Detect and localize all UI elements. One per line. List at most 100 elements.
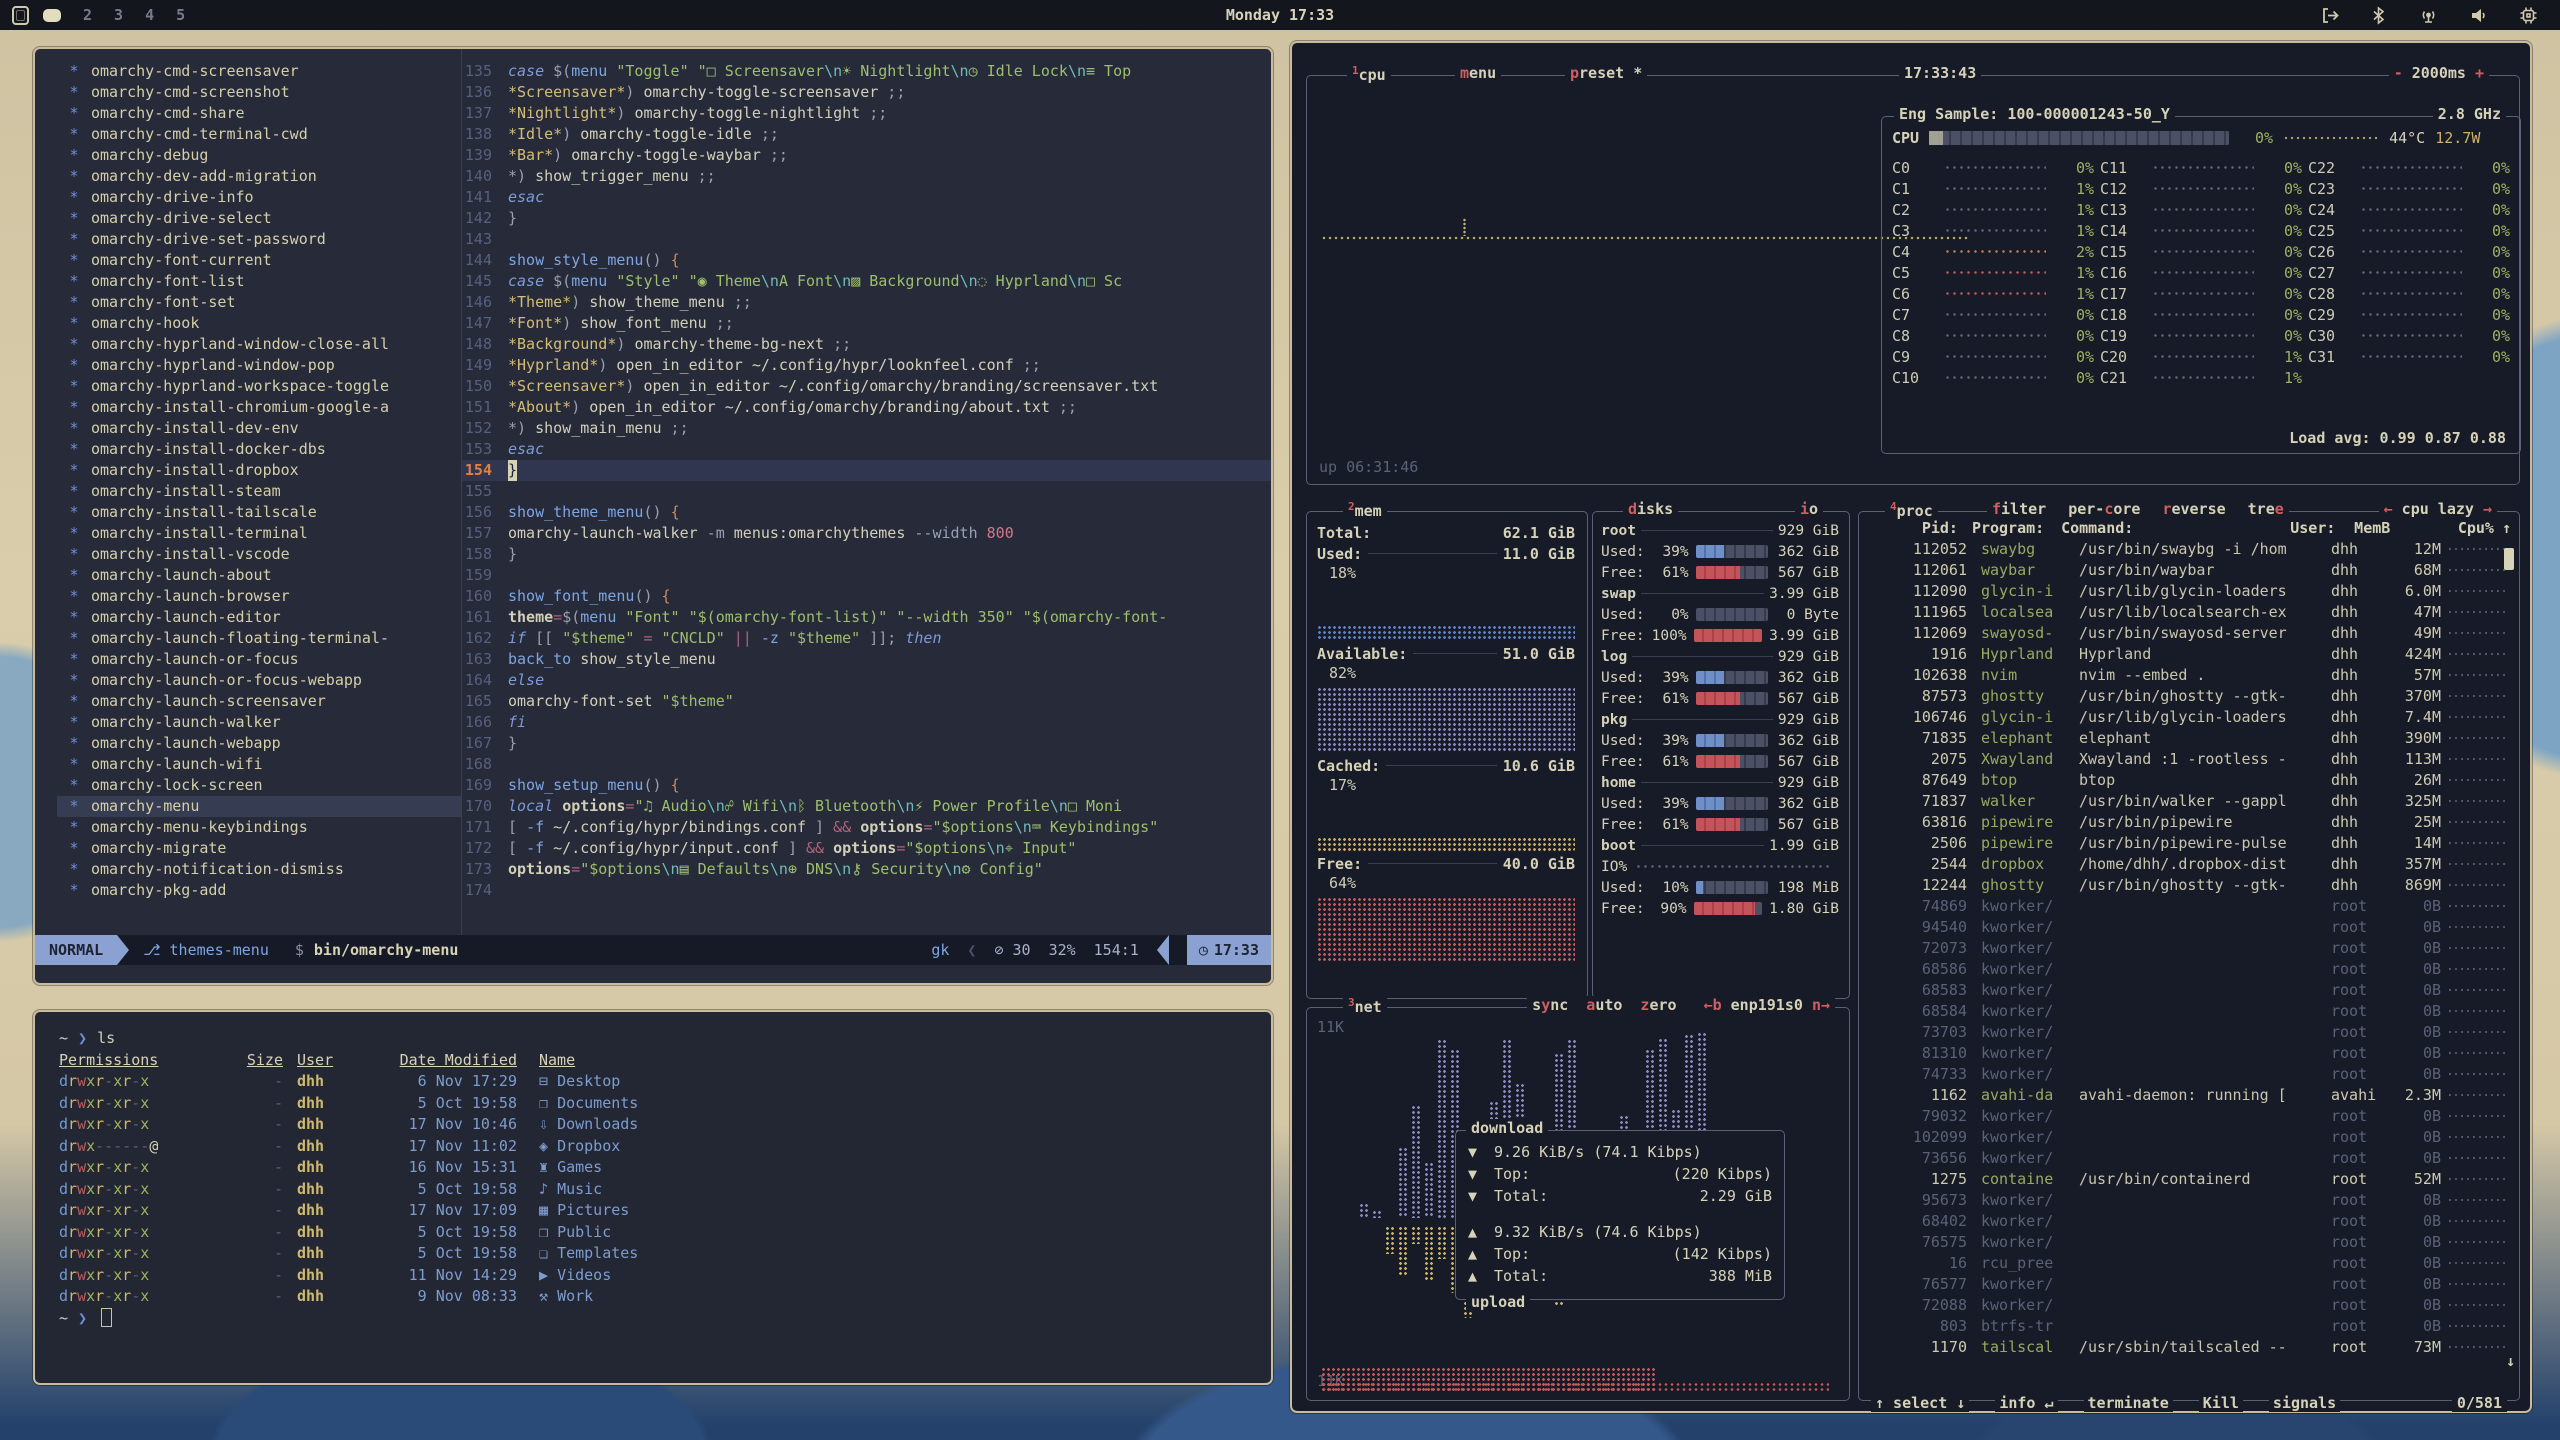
process-row[interactable]: 68586kworker/root0B0.0 (1867, 958, 2511, 979)
process-row[interactable]: 95673kworker/root0B0.0 (1867, 1189, 2511, 1210)
file-list-item[interactable]: *omarchy-install-dev-env (57, 418, 461, 439)
file-list-item[interactable]: *omarchy-debug (57, 145, 461, 166)
file-list-item[interactable]: *omarchy-launch-editor (57, 607, 461, 628)
file-list-item[interactable]: *omarchy-install-terminal (57, 523, 461, 544)
file-list-item[interactable]: *omarchy-cmd-screensaver (57, 61, 461, 82)
process-row[interactable]: 73703kworker/root0B0.0 (1867, 1021, 2511, 1042)
file-name[interactable]: ▶ Videos (539, 1265, 1271, 1287)
net-tab-sync[interactable]: sync (1532, 996, 1568, 1014)
tab-cpu[interactable]: 1cpu (1347, 64, 1391, 84)
current-file[interactable]: $bin/omarchy-menu (295, 941, 459, 959)
process-row[interactable]: 94540kworker/root0B0.0 (1867, 916, 2511, 937)
file-list-item[interactable]: *omarchy-launch-floating-terminal- (57, 628, 461, 649)
file-name[interactable]: ⚒ Work (539, 1286, 1271, 1308)
system-monitor-window[interactable]: 1cpu menu preset * 17:33:43 - 2000ms + u… (1290, 41, 2532, 1413)
file-name[interactable]: ▦ Pictures (539, 1200, 1271, 1222)
bluetooth-icon[interactable] (2369, 6, 2388, 25)
process-row[interactable]: 63816pipewire/usr/bin/pipewiredhh25M0.0 (1867, 811, 2511, 832)
process-row[interactable]: 112069swayosd-/usr/bin/swayosd-serverdhh… (1867, 622, 2511, 643)
file-list-pane[interactable]: *omarchy-cmd-screensaver*omarchy-cmd-scr… (35, 49, 462, 935)
process-row[interactable]: 106746glycin-i/usr/lib/glycin-loadersdhh… (1867, 706, 2511, 727)
process-row[interactable]: 73656kworker/root0B0.0 (1867, 1147, 2511, 1168)
process-row[interactable]: 111965localsea/usr/lib/localsearch-exdhh… (1867, 601, 2511, 622)
process-row[interactable]: 79032kworker/root0B0.0 (1867, 1105, 2511, 1126)
file-list-item[interactable]: *omarchy-launch-walker (57, 712, 461, 733)
process-row[interactable]: 2506pipewire/usr/bin/pipewire-pulsedhh14… (1867, 832, 2511, 853)
file-name[interactable]: ❏ Templates (539, 1243, 1271, 1265)
proc-tab-filter[interactable]: filter (1992, 500, 2046, 518)
file-list-item[interactable]: *omarchy-font-set (57, 292, 461, 313)
footer-key[interactable]: terminate (2084, 1394, 2173, 1412)
tab-io[interactable]: io (1795, 500, 1823, 518)
interval-plus-button[interactable]: + (2475, 64, 2484, 82)
process-row[interactable]: 102099kworker/root0B0.0 (1867, 1126, 2511, 1147)
file-list-item[interactable]: *omarchy-pkg-add (57, 880, 461, 901)
shell-prompt[interactable]: ~❯ (59, 1308, 1271, 1330)
file-list-item[interactable]: *omarchy-migrate (57, 838, 461, 859)
file-list-item[interactable]: *omarchy-launch-about (57, 565, 461, 586)
file-list-item[interactable]: *omarchy-install-dropbox (57, 460, 461, 481)
process-row[interactable]: 76575kworker/root0B0.0 (1867, 1231, 2511, 1252)
process-row[interactable]: 1916HyprlandHyprlanddhh424M0.0 (1867, 643, 2511, 664)
process-row[interactable]: 74733kworker/root0B0.0 (1867, 1063, 2511, 1084)
file-list-item[interactable]: *omarchy-launch-screensaver (57, 691, 461, 712)
file-list-item[interactable]: *omarchy-launch-browser (57, 586, 461, 607)
process-row[interactable]: 16rcu_preeroot0B0.0 (1867, 1252, 2511, 1273)
git-branch[interactable]: ⎇ themes-menu (143, 941, 269, 959)
terminal-output[interactable]: ~❯lsPermissionsSizeUserDate ModifiedName… (35, 1012, 1271, 1329)
proc-sort-nav[interactable]: ← cpu lazy → (2379, 500, 2497, 518)
file-list-item[interactable]: *omarchy-font-list (57, 271, 461, 292)
scroll-down-icon[interactable]: ↓ (2506, 1352, 2515, 1370)
footer-key[interactable]: ↑ select ↓ (1871, 1394, 1969, 1412)
process-row[interactable]: 68402kworker/root0B0.0 (1867, 1210, 2511, 1231)
net-tab-zero[interactable]: zero (1640, 996, 1676, 1014)
file-list-item[interactable]: *omarchy-launch-or-focus (57, 649, 461, 670)
file-list-item[interactable]: *omarchy-install-chromium-google-a (57, 397, 461, 418)
file-list-item[interactable]: *omarchy-hook (57, 313, 461, 334)
tab-disks[interactable]: disks (1623, 500, 1678, 518)
tab-mem[interactable]: 2mem (1343, 500, 1387, 520)
process-row[interactable]: 87649btopbtopdhh26M0.0 (1867, 769, 2511, 790)
file-list-item[interactable]: *omarchy-menu (57, 796, 461, 817)
process-row[interactable]: 102638nvimnvim --embed .dhh57M0.0 (1867, 664, 2511, 685)
file-name[interactable]: ❒ Public (539, 1222, 1271, 1244)
file-list-item[interactable]: *omarchy-hyprland-window-close-all (57, 334, 461, 355)
file-name[interactable]: ❐ Documents (539, 1093, 1271, 1115)
tab-proc[interactable]: 4proc (1885, 500, 1938, 520)
menu-button[interactable]: menu (1455, 64, 1501, 82)
process-row[interactable]: 112090glycin-i/usr/lib/glycin-loadersdhh… (1867, 580, 2511, 601)
file-list-item[interactable]: *omarchy-dev-add-migration (57, 166, 461, 187)
file-list-item[interactable]: *omarchy-lock-screen (57, 775, 461, 796)
file-list-item[interactable]: *omarchy-notification-dismiss (57, 859, 461, 880)
process-row[interactable]: 1170tailscal/usr/sbin/tailscaled --root7… (1867, 1336, 2511, 1357)
sort-arrow-icon[interactable]: ↑ (2494, 519, 2511, 537)
file-list-item[interactable]: *omarchy-install-docker-dbs (57, 439, 461, 460)
file-list-item[interactable]: *omarchy-hyprland-window-pop (57, 355, 461, 376)
file-list-item[interactable]: *omarchy-drive-set-password (57, 229, 461, 250)
network-icon[interactable] (2418, 6, 2439, 25)
process-row[interactable]: 76577kworker/root0B0.0 (1867, 1273, 2511, 1294)
terminal-cursor[interactable] (101, 1308, 112, 1327)
proc-tab-reverse[interactable]: reverse (2162, 500, 2225, 518)
file-list-item[interactable]: *omarchy-install-tailscale (57, 502, 461, 523)
process-row[interactable]: 803btrfs-trroot0B0.0 (1867, 1315, 2511, 1336)
process-row[interactable]: 1162avahi-daavahi-daemon: running [avahi… (1867, 1084, 2511, 1105)
tab-net[interactable]: 3net (1343, 996, 1387, 1016)
process-row[interactable]: 74869kworker/root0B0.0 (1867, 895, 2511, 916)
process-row[interactable]: 71837walker/usr/bin/walker --gappldhh325… (1867, 790, 2511, 811)
process-row[interactable]: 2075XwaylandXwayland :1 -rootless -dhh11… (1867, 748, 2511, 769)
file-list-item[interactable]: *omarchy-install-steam (57, 481, 461, 502)
file-name[interactable]: ♪ Music (539, 1179, 1271, 1201)
file-list-item[interactable]: *omarchy-menu-keybindings (57, 817, 461, 838)
footer-key[interactable]: info ↵ (1995, 1394, 2057, 1412)
file-list-item[interactable]: *omarchy-install-vscode (57, 544, 461, 565)
process-row[interactable]: 68584kworker/root0B0.0 (1867, 1000, 2511, 1021)
proc-scrollbar-thumb[interactable] (2504, 548, 2514, 570)
process-row[interactable]: 81310kworker/root0B0.0 (1867, 1042, 2511, 1063)
preset-button[interactable]: preset * (1565, 64, 1647, 82)
net-next-iface-button[interactable]: n→ (1812, 996, 1830, 1014)
volume-icon[interactable] (2469, 6, 2489, 25)
file-list-item[interactable]: *omarchy-cmd-screenshot (57, 82, 461, 103)
footer-key[interactable]: signals (2269, 1394, 2340, 1412)
editor-window[interactable]: *omarchy-cmd-screensaver*omarchy-cmd-scr… (33, 47, 1273, 985)
